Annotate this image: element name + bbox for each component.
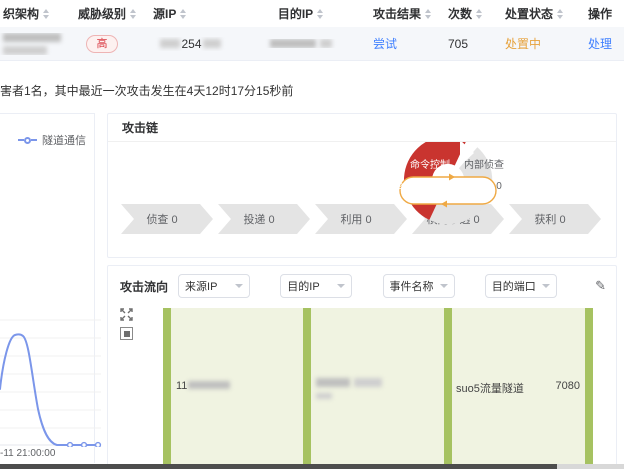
filter-select-event-name[interactable]: 事件名称 xyxy=(383,274,455,298)
victim-summary-text: 害者1名，其中最近一次攻击发生在4天12时17分15秒前 xyxy=(0,82,293,99)
column-header-threat-level-label: 威胁级别 xyxy=(78,5,126,22)
column-header-count-label: 次数 xyxy=(448,5,472,22)
sort-icon[interactable] xyxy=(476,9,482,19)
attack-chain-diagram: 侦查0 投递0 利用0 横向渗透0 获利0 命令控制 99+ 内 xyxy=(108,142,616,257)
handle-action-link[interactable]: 处理 xyxy=(588,35,612,52)
attack-flow-panel: 攻击流向 来源IP 目的IP 事件名称 目的端口 ✎ xyxy=(107,265,617,469)
column-header-action-label: 操作 xyxy=(588,5,612,22)
sankey-label-port: 7080 xyxy=(546,380,580,392)
sort-icon[interactable] xyxy=(425,9,431,19)
tunnel-chart-panel: 隧道通信 -11 21:00:00 xyxy=(0,113,95,463)
legend-label: 隧道通信 xyxy=(42,132,86,148)
x-axis-tick-label: -11 21:00:00 xyxy=(0,448,55,459)
security-dashboard: 织架构 威胁级别 源IP 目的IP 攻击结果 次数 处置状态 操作 高 254 … xyxy=(0,0,624,469)
restore-view-icon[interactable] xyxy=(120,327,133,340)
sankey-node-port[interactable] xyxy=(585,308,593,469)
column-header-handle-status-label: 处置状态 xyxy=(505,5,553,22)
redacted-node-text xyxy=(316,378,350,387)
chain-loop xyxy=(400,142,496,210)
alert-table-header-row: 织架构 威胁级别 源IP 目的IP 攻击结果 次数 处置状态 操作 xyxy=(0,0,624,27)
attack-result-text[interactable]: 尝试 xyxy=(373,35,397,52)
handle-status-text: 处置中 xyxy=(505,35,541,52)
column-header-attack-result-label: 攻击结果 xyxy=(373,5,421,22)
cell-org xyxy=(0,33,75,55)
filter-select-dest-ip[interactable]: 目的IP xyxy=(280,274,352,298)
expand-icon[interactable] xyxy=(120,308,133,321)
command-control-label: 命令控制 xyxy=(410,158,450,171)
redacted-node-text xyxy=(354,378,382,387)
sankey-diagram: 11 suo5流量隧道 7080 xyxy=(108,304,616,469)
redacted-node-text xyxy=(316,393,332,399)
column-header-handle-status[interactable]: 处置状态 xyxy=(502,5,585,22)
count-value: 705 xyxy=(448,37,468,51)
tunnel-line-chart xyxy=(0,319,103,447)
sankey-label-event: suo5流量隧道 xyxy=(456,380,524,396)
svg-text:侦查0: 侦查0 xyxy=(146,212,177,226)
redacted-ip-part xyxy=(203,39,221,48)
node-visible-text: 11 xyxy=(176,380,187,392)
sort-icon[interactable] xyxy=(43,9,49,19)
redacted-org-name xyxy=(3,33,61,55)
column-header-org-label: 织架构 xyxy=(3,5,39,22)
select-value: 目的IP xyxy=(287,278,319,294)
chevron-down-icon xyxy=(337,284,345,288)
svg-text:获利0: 获利0 xyxy=(534,213,565,226)
cell-source-ip: 254 xyxy=(150,37,228,51)
alert-table-row[interactable]: 高 254 尝试 705 处置中 处理 xyxy=(0,27,624,61)
column-header-action: 操作 xyxy=(585,5,624,22)
internal-recon-count: 0 xyxy=(496,181,502,192)
svg-text:利用0: 利用0 xyxy=(340,213,371,226)
sankey-label-source-ip: 11 xyxy=(176,380,230,392)
source-ip-visible: 254 xyxy=(181,37,201,51)
column-header-source-ip-label: 源IP xyxy=(153,5,176,22)
edit-icon[interactable]: ✎ xyxy=(595,278,606,294)
cell-count: 705 xyxy=(445,37,502,51)
svg-text:投递0: 投递0 xyxy=(243,212,274,226)
select-value: 目的端口 xyxy=(492,278,536,294)
alert-table: 织架构 威胁级别 源IP 目的IP 攻击结果 次数 处置状态 操作 高 254 … xyxy=(0,0,624,61)
column-header-dest-ip[interactable]: 目的IP xyxy=(228,5,370,22)
select-value: 来源IP xyxy=(185,278,217,294)
threat-level-badge: 高 xyxy=(86,35,118,53)
sankey-node-dest-ip[interactable] xyxy=(303,308,311,469)
command-control-count: 99+ xyxy=(392,181,409,192)
filter-select-source-ip[interactable]: 来源IP xyxy=(178,274,250,298)
redacted-ip-part xyxy=(160,39,180,48)
attack-chain-panel: 攻击链 侦查0 投递0 利用0 横向渗透0 获利0 xyxy=(107,113,617,258)
cell-attack-result: 尝试 xyxy=(370,35,445,52)
sankey-node-event[interactable] xyxy=(444,308,452,469)
chevron-down-icon xyxy=(542,284,550,288)
horizontal-scrollbar-thumb[interactable] xyxy=(0,464,557,469)
sort-icon[interactable] xyxy=(317,9,323,19)
redacted-dest-ip xyxy=(320,39,332,48)
sort-icon[interactable] xyxy=(130,9,136,19)
column-header-attack-result[interactable]: 攻击结果 xyxy=(370,5,445,22)
select-value: 事件名称 xyxy=(390,278,434,294)
line-series-legend-icon xyxy=(18,137,37,144)
internal-recon-label: 内部侦查 xyxy=(464,158,504,171)
cell-action: 处理 xyxy=(585,35,624,52)
redacted-node-text xyxy=(188,381,230,389)
column-header-source-ip[interactable]: 源IP xyxy=(150,5,228,22)
chevron-down-icon xyxy=(440,284,448,288)
chevron-down-icon xyxy=(235,284,243,288)
sort-icon[interactable] xyxy=(180,9,186,19)
column-header-org[interactable]: 织架构 xyxy=(0,5,75,22)
horizontal-scrollbar[interactable] xyxy=(0,464,624,469)
sort-icon[interactable] xyxy=(557,9,563,19)
sankey-label-dest-ip xyxy=(316,378,382,402)
attack-chain-title: 攻击链 xyxy=(108,114,616,142)
cell-dest-ip xyxy=(228,39,370,48)
sankey-node-source-ip[interactable] xyxy=(163,308,171,469)
column-header-count[interactable]: 次数 xyxy=(445,5,502,22)
column-header-threat-level[interactable]: 威胁级别 xyxy=(75,5,150,22)
cell-handle-status: 处置中 xyxy=(502,35,585,52)
cell-threat-level: 高 xyxy=(75,35,150,53)
redacted-dest-ip xyxy=(270,39,316,48)
chart-legend[interactable]: 隧道通信 xyxy=(18,132,86,148)
filter-select-dest-port[interactable]: 目的端口 xyxy=(485,274,557,298)
column-header-dest-ip-label: 目的IP xyxy=(278,5,313,22)
attack-flow-title: 攻击流向 xyxy=(120,278,168,295)
